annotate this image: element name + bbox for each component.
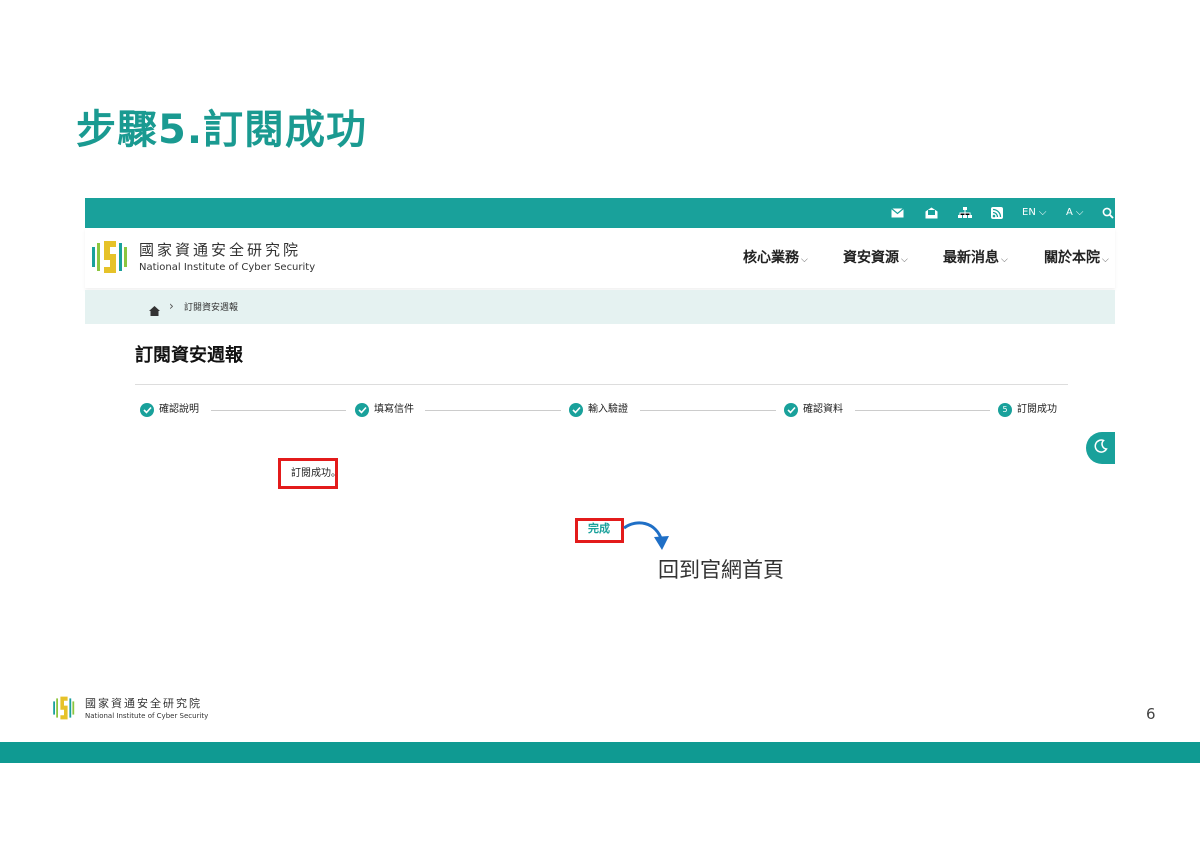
success-message: 訂閱成功。 [291, 468, 341, 479]
check-icon [355, 403, 369, 417]
font-size-label: A [1066, 207, 1073, 218]
chevron-down-icon: ⌵ [1075, 207, 1084, 218]
curved-arrow-icon [623, 521, 669, 550]
step-verify: 輸入驗證 [569, 403, 628, 417]
step-connector [855, 410, 990, 411]
footer-org-name-en: National Institute of Cyber Security [85, 712, 209, 720]
dark-mode-toggle[interactable] [1086, 432, 1115, 464]
check-icon [569, 403, 583, 417]
chevron-down-icon: ⌵ [1102, 255, 1109, 265]
footer-org-name-cn: 國家資通安全研究院 [85, 697, 202, 710]
check-icon [140, 403, 154, 417]
nav-label: 資安資源 [843, 250, 899, 266]
annotation-label: 回到官網首頁 [658, 558, 784, 582]
nav-about[interactable]: 關於本院 ⌵ [1044, 248, 1109, 270]
home-icon[interactable] [149, 301, 160, 320]
chevron-down-icon: ⌵ [801, 255, 808, 265]
divider [135, 384, 1068, 385]
step-label: 填寫信件 [374, 404, 414, 415]
step-number: 5 [998, 403, 1012, 417]
step-subscribe-success: 5 訂閱成功 [998, 403, 1057, 417]
step-label: 確認說明 [159, 404, 199, 415]
step-label: 確認資料 [803, 404, 843, 415]
step-connector [211, 410, 346, 411]
moon-icon [1093, 438, 1109, 458]
site-header: 國家資通安全研究院 National Institute of Cyber Se… [85, 228, 1115, 288]
step-confirm-data: 確認資料 [784, 403, 843, 417]
step-connector [425, 410, 561, 411]
step-label: 訂閱成功 [1017, 404, 1057, 415]
nav-core-business[interactable]: 核心業務 ⌵ [743, 248, 808, 270]
chevron-right-icon: › [169, 299, 174, 313]
chevron-down-icon: ⌵ [1001, 255, 1008, 265]
chevron-down-icon: ⌵ [901, 255, 908, 265]
step-confirm-info: 確認說明 [140, 403, 199, 417]
language-label: EN [1022, 207, 1036, 218]
step-label: 輸入驗證 [588, 404, 628, 415]
nav-security-resources[interactable]: 資安資源 ⌵ [843, 248, 908, 270]
nav-label: 關於本院 [1044, 250, 1100, 266]
page-title: 訂閱資安週報 [135, 345, 243, 366]
page-number: 6 [1146, 705, 1156, 723]
breadcrumb-current: 訂閱資安週報 [184, 303, 239, 313]
mail-icon[interactable] [891, 206, 904, 220]
utility-bar: EN ⌵ A ⌵ [85, 198, 1115, 228]
slide-title: 步驟5.訂閱成功 [76, 107, 368, 153]
nav-label: 最新消息 [943, 250, 999, 266]
language-switch[interactable]: EN ⌵ [1022, 206, 1046, 220]
step-fill-email: 填寫信件 [355, 403, 414, 417]
nav-label: 核心業務 [743, 250, 799, 266]
step-connector [640, 410, 776, 411]
check-icon [784, 403, 798, 417]
open-mail-icon[interactable] [925, 206, 938, 220]
footer-band [0, 742, 1200, 763]
nics-logo[interactable] [90, 237, 130, 277]
breadcrumb: › 訂閱資安週報 [85, 290, 1115, 324]
sitemap-icon[interactable] [958, 206, 972, 220]
rss-icon[interactable] [991, 206, 1003, 220]
org-name-en: National Institute of Cyber Security [139, 262, 316, 273]
footer-logo [52, 694, 76, 722]
org-name-cn: 國家資通安全研究院 [139, 241, 302, 259]
font-size-switch[interactable]: A ⌵ [1066, 206, 1083, 220]
done-button[interactable]: 完成 [588, 522, 610, 536]
website-screenshot: EN ⌵ A ⌵ 國家資通安全研究院 National Institute of… [85, 198, 1115, 618]
nav-latest-news[interactable]: 最新消息 ⌵ [943, 248, 1008, 270]
search-icon[interactable] [1102, 206, 1114, 220]
chevron-down-icon: ⌵ [1038, 207, 1047, 218]
